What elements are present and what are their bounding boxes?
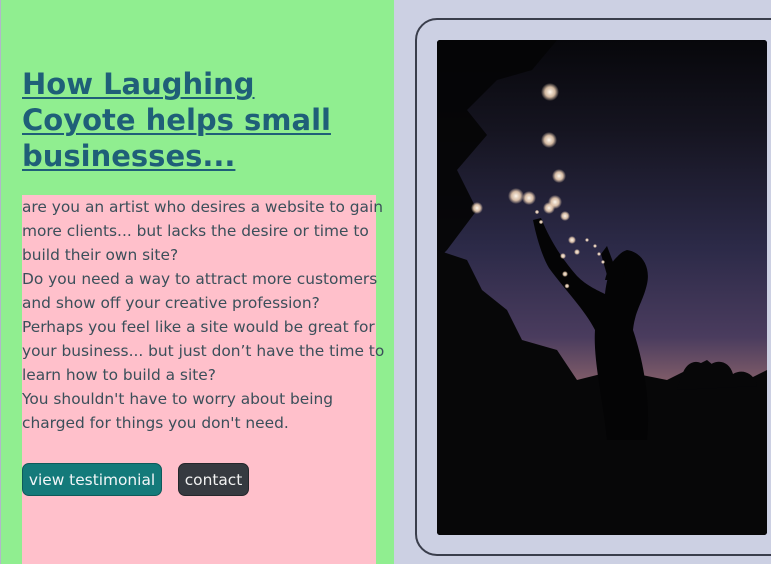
description-line: Perhaps you feel like a site would be gr… [22, 318, 375, 336]
hero-left-panel: How Laughing Coyote helps small business… [0, 0, 394, 564]
hero-heading-link[interactable]: How Laughing Coyote helps small business… [22, 66, 372, 174]
description-line: learn how to build a site? [22, 366, 216, 384]
description-line: build their own site? [22, 246, 179, 264]
contact-button[interactable]: contact [178, 463, 249, 496]
description-line: Do you need a way to attract more custom… [22, 270, 378, 288]
description-line: are you an artist who desires a website … [22, 198, 384, 216]
hero-description: are you an artist who desires a website … [22, 195, 384, 435]
description-line: and show off your creative profession? [22, 294, 320, 312]
string-lights-photo-illustration [437, 40, 767, 535]
view-testimonial-button[interactable]: view testimonial [22, 463, 162, 496]
hero-photo [437, 40, 767, 535]
description-line: You shouldn't have to worry about being [22, 390, 334, 408]
hero-content-box: are you an artist who desires a website … [22, 195, 384, 564]
description-line: charged for things you don't need. [22, 414, 289, 432]
description-line: your business... but just don’t have the… [22, 342, 385, 360]
page: How Laughing Coyote helps small business… [0, 0, 771, 564]
description-line: more clients... but lacks the desire or … [22, 222, 369, 240]
